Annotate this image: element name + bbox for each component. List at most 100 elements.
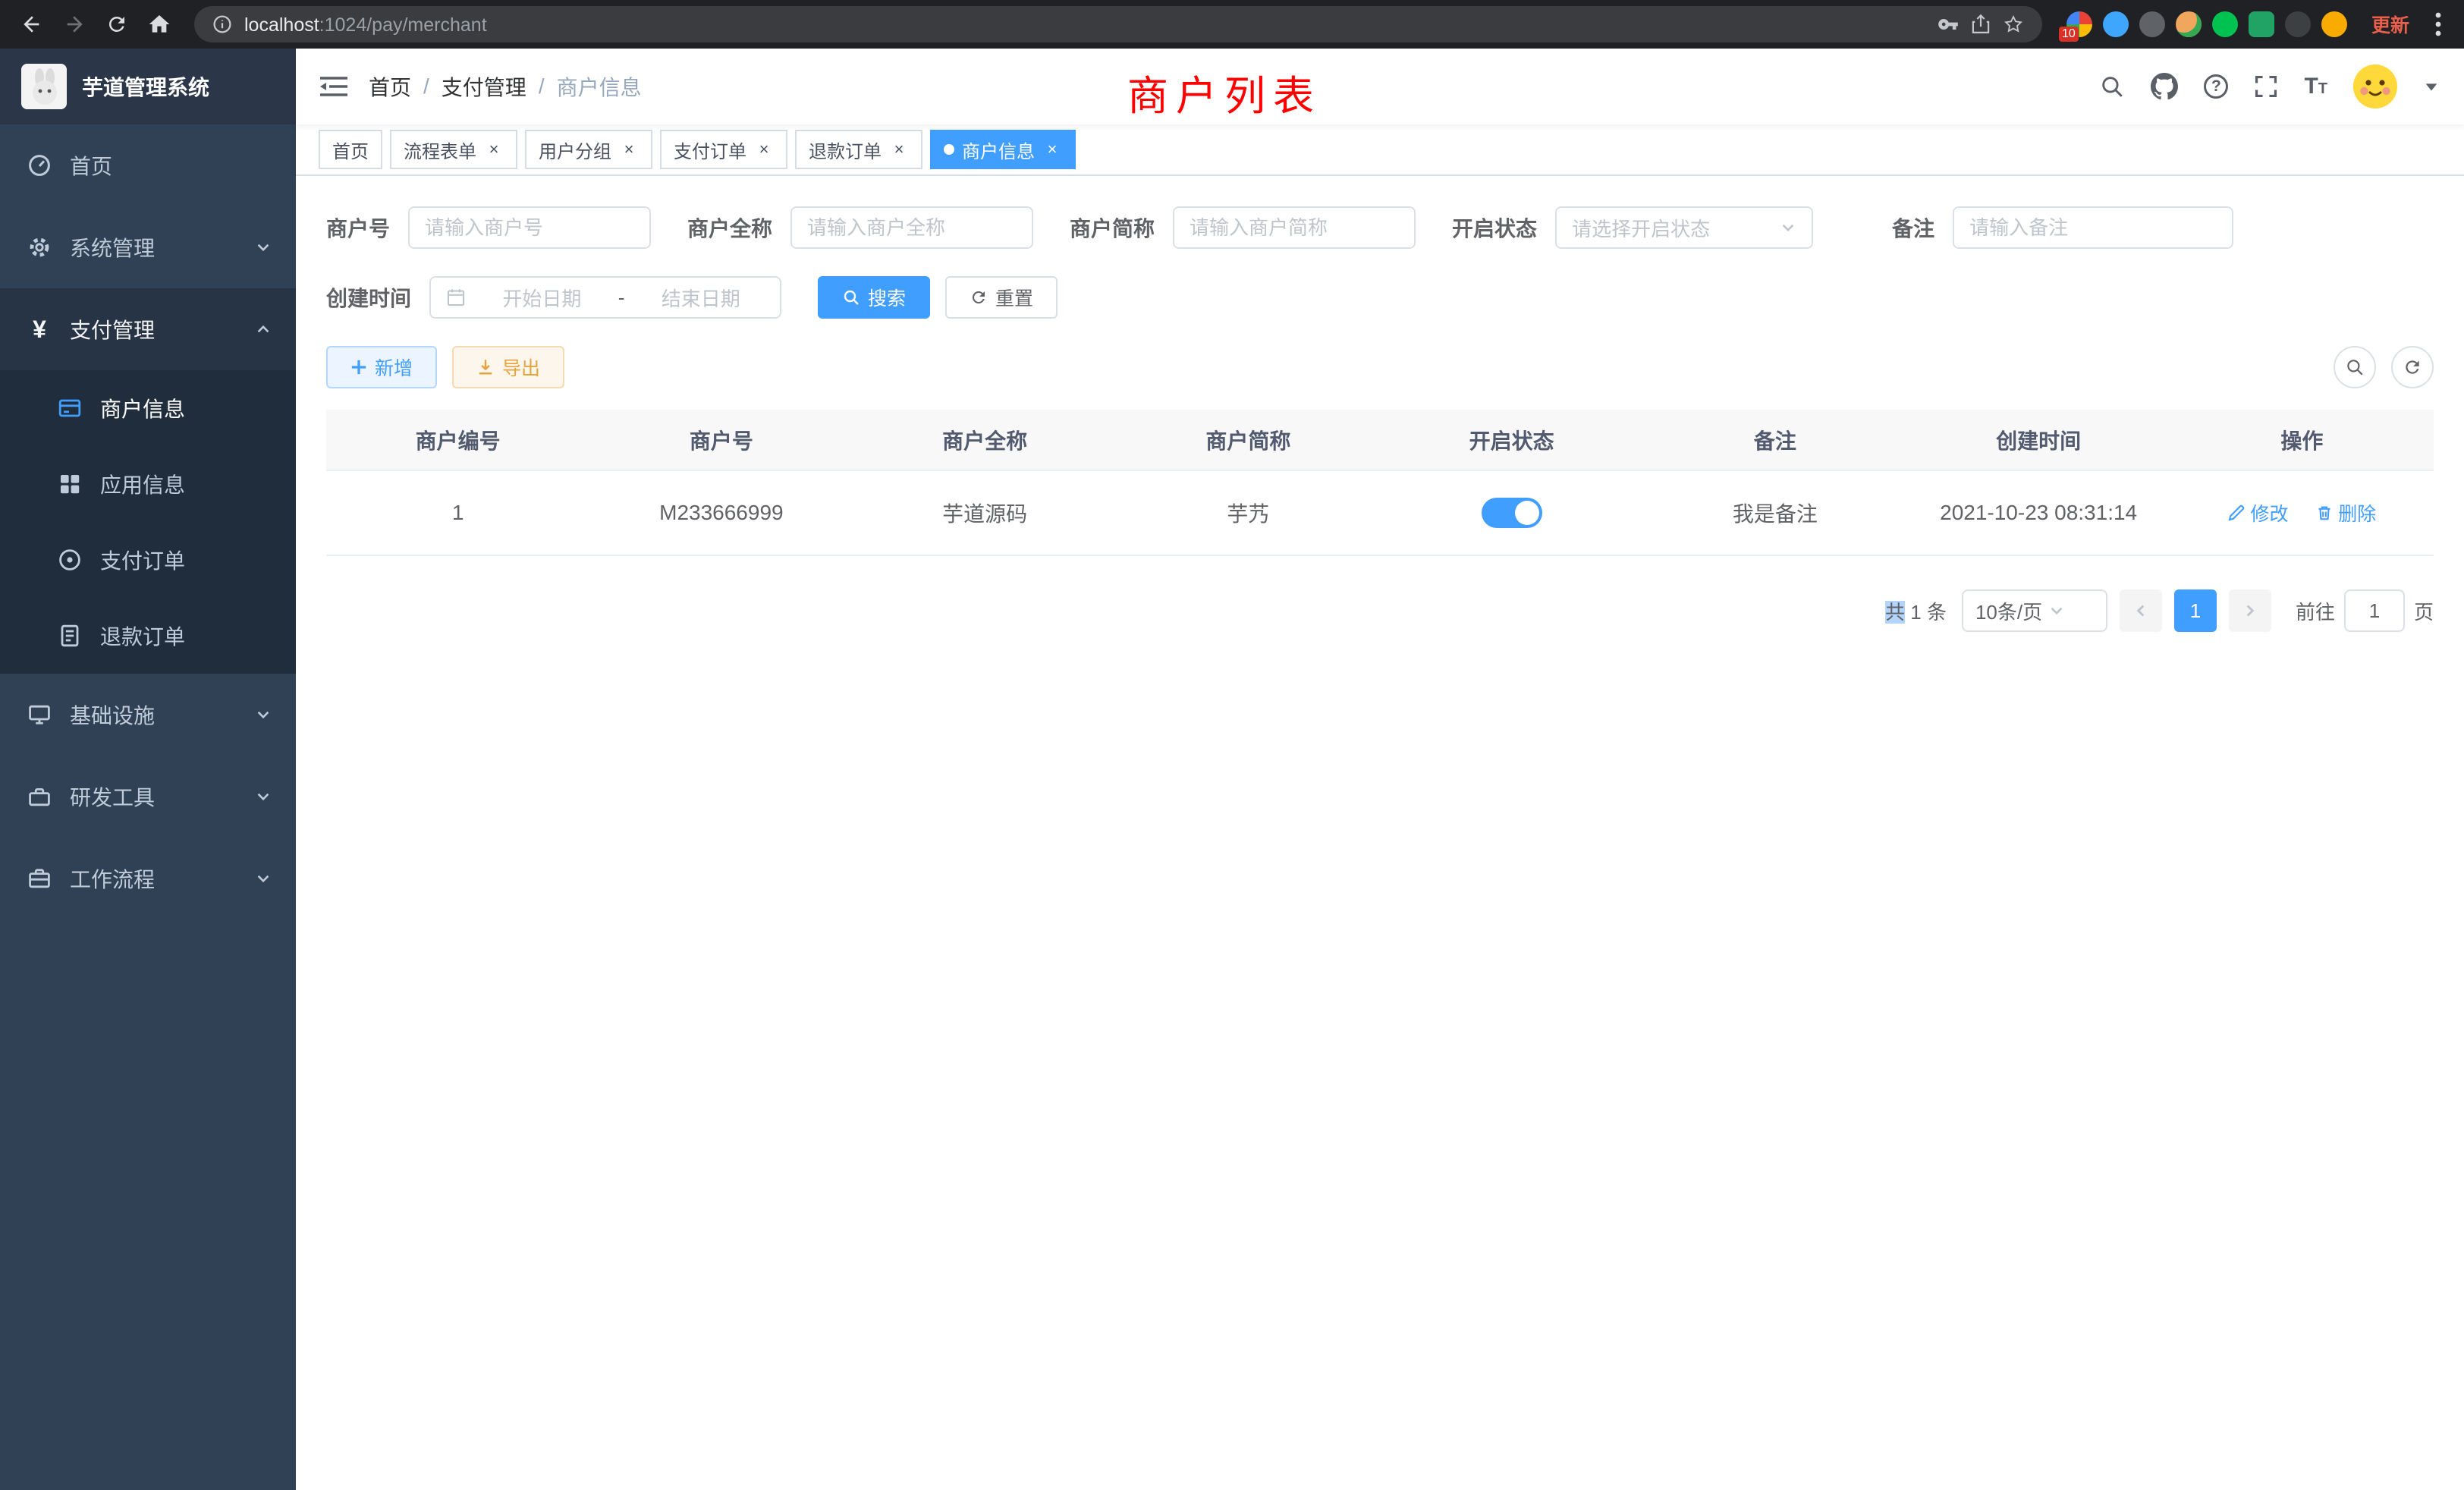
tab-pay-order[interactable]: 支付订单×: [660, 130, 787, 169]
chevron-left-icon: [2132, 602, 2149, 619]
avatar-caret-icon[interactable]: [2423, 78, 2440, 95]
breadcrumb-home[interactable]: 首页: [369, 71, 411, 102]
tab-refund-order[interactable]: 退款订单×: [795, 130, 922, 169]
cell-merchant-no: M233666999: [589, 470, 853, 555]
extension-colorful-icon[interactable]: 10: [2066, 11, 2092, 37]
field-label: 商户号: [326, 212, 390, 243]
toolbar-right: [2334, 346, 2434, 388]
github-icon[interactable]: [2151, 73, 2178, 100]
site-info-icon[interactable]: [212, 14, 232, 34]
extension-green-note-icon[interactable]: [2249, 11, 2274, 37]
browser-address-bar[interactable]: localhost:1024/pay/merchant: [194, 6, 2042, 42]
extension-green-check-icon[interactable]: [2212, 11, 2238, 37]
chevron-right-icon: [2242, 602, 2258, 619]
tab-home[interactable]: 首页: [319, 130, 382, 169]
tab-label: 首页: [332, 137, 369, 163]
breadcrumb-separator: /: [539, 74, 545, 99]
main-panel: 首页 / 支付管理 / 商户信息 商户列表 ?: [296, 49, 2464, 1490]
reset-button[interactable]: 重置: [945, 276, 1058, 319]
breadcrumb: 首页 / 支付管理 / 商户信息: [369, 71, 642, 102]
page-size-select[interactable]: 10条/页: [1962, 589, 2107, 632]
sidebar-item-home[interactable]: 首页: [0, 124, 296, 206]
show-search-toggle-button[interactable]: [2334, 346, 2376, 388]
add-button[interactable]: 新增: [326, 346, 437, 388]
browser-forward-icon[interactable]: [55, 5, 94, 44]
cell-create-time: 2021-10-23 08:31:14: [1907, 470, 2170, 555]
user-avatar[interactable]: [2353, 64, 2397, 108]
app-logo[interactable]: 芋道管理系统: [0, 49, 296, 124]
extension-drop-icon[interactable]: [2103, 11, 2129, 37]
close-icon[interactable]: ×: [619, 140, 639, 159]
browser-home-icon[interactable]: [140, 5, 179, 44]
status-toggle[interactable]: [1482, 498, 1542, 528]
sidebar-item-app-info[interactable]: 应用信息: [0, 446, 296, 522]
status-select[interactable]: 请选择开启状态: [1555, 206, 1813, 249]
close-icon[interactable]: ×: [754, 140, 774, 159]
close-icon[interactable]: ×: [1042, 140, 1062, 159]
url-text: localhost:1024/pay/merchant: [244, 12, 487, 36]
merchant-name-input[interactable]: [790, 206, 1033, 249]
page-number-1[interactable]: 1: [2174, 589, 2217, 632]
edit-button[interactable]: 修改: [2227, 499, 2288, 527]
help-icon[interactable]: ?: [2204, 74, 2228, 99]
sidebar-item-payment[interactable]: ¥ 支付管理: [0, 288, 296, 370]
delete-button[interactable]: 删除: [2315, 499, 2376, 527]
cell-status: [1380, 470, 1643, 555]
field-label: 商户全称: [687, 212, 772, 243]
short-name-input[interactable]: [1173, 206, 1416, 249]
next-page-button[interactable]: [2229, 589, 2271, 632]
browser-update-button[interactable]: 更新: [2371, 11, 2409, 38]
goto-page-input[interactable]: [2344, 589, 2405, 632]
sidebar-item-devtools[interactable]: 研发工具: [0, 756, 296, 838]
bookmark-star-icon[interactable]: [2003, 14, 2024, 35]
download-icon: [476, 358, 495, 376]
sidebar-item-pay-order[interactable]: 支付订单: [0, 522, 296, 598]
sidebar-item-infrastructure[interactable]: 基础设施: [0, 674, 296, 756]
header-search-icon[interactable]: [2099, 74, 2125, 99]
pagination-total-prefix: 共: [1885, 601, 1905, 624]
infrastructure-icon: [27, 703, 52, 727]
export-button[interactable]: 导出: [452, 346, 564, 388]
prev-page-button[interactable]: [2120, 589, 2162, 632]
fullscreen-icon[interactable]: [2254, 74, 2278, 99]
merchant-no-input[interactable]: [408, 206, 651, 249]
extension-dark-icon[interactable]: [2139, 11, 2165, 37]
search-button[interactable]: 搜索: [818, 276, 930, 319]
chevron-up-icon: [255, 321, 272, 338]
refresh-table-button[interactable]: [2391, 346, 2434, 388]
pay-order-icon: [58, 548, 82, 572]
navbar-actions: ? TT: [2099, 64, 2440, 108]
tab-label: 商户信息: [962, 137, 1035, 163]
extension-smiley-icon[interactable]: [2321, 11, 2347, 37]
remark-input[interactable]: [1953, 206, 2233, 249]
extension-badge: 10: [2059, 27, 2079, 42]
chevron-down-icon: [255, 239, 272, 256]
tab-process-form[interactable]: 流程表单×: [390, 130, 517, 169]
column-header-short-name: 商户简称: [1117, 410, 1380, 470]
share-icon[interactable]: [1971, 14, 1991, 35]
close-icon[interactable]: ×: [484, 140, 504, 159]
url-host: localhost: [244, 14, 319, 36]
browser-menu-icon[interactable]: [2425, 12, 2452, 36]
yen-icon: ¥: [27, 317, 52, 341]
cell-short-name: 芋艿: [1117, 470, 1380, 555]
tab-user-group[interactable]: 用户分组×: [525, 130, 652, 169]
breadcrumb-payment[interactable]: 支付管理: [442, 71, 526, 102]
sidebar-item-merchant-info[interactable]: 商户信息: [0, 370, 296, 446]
sidebar-item-refund-order[interactable]: 退款订单: [0, 598, 296, 674]
sidebar-item-workflow[interactable]: 工作流程: [0, 838, 296, 919]
close-icon[interactable]: ×: [889, 140, 909, 159]
browser-refresh-icon[interactable]: [97, 5, 137, 44]
date-range-picker[interactable]: 开始日期 - 结束日期: [429, 276, 781, 319]
extension-pin-icon[interactable]: [2285, 11, 2311, 37]
sidebar-toggle-icon[interactable]: [320, 75, 347, 98]
sidebar-item-system[interactable]: 系统管理: [0, 206, 296, 288]
font-size-icon[interactable]: TT: [2304, 75, 2327, 98]
chevron-down-icon: [255, 870, 272, 887]
devtools-icon: [27, 784, 52, 809]
browser-back-icon[interactable]: [12, 5, 52, 44]
password-key-icon[interactable]: [1938, 14, 1959, 35]
tab-merchant-info[interactable]: 商户信息 ×: [930, 130, 1076, 169]
extension-avatar-icon[interactable]: [2176, 11, 2202, 37]
workflow-icon: [27, 866, 52, 891]
